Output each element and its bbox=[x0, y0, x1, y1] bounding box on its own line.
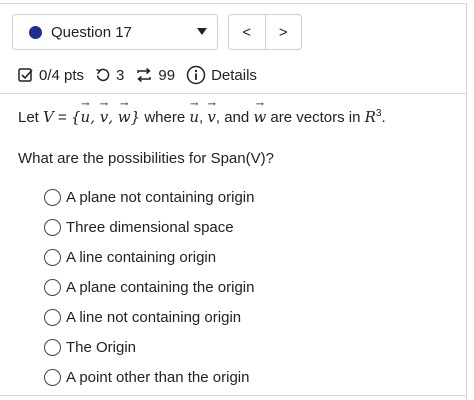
checkbox[interactable] bbox=[44, 248, 61, 266]
question-status-dot bbox=[29, 25, 42, 39]
chevron-down-icon bbox=[197, 28, 207, 35]
checkbox-score-icon bbox=[18, 67, 34, 83]
checkbox[interactable] bbox=[44, 278, 61, 296]
checkbox[interactable] bbox=[44, 308, 61, 326]
question-text: What are the possibilities for Span(V)? bbox=[18, 150, 274, 167]
vector-u: u bbox=[81, 99, 91, 126]
question-selector[interactable]: Question 17 bbox=[12, 14, 218, 50]
retry-icon bbox=[95, 67, 111, 83]
answer-option-label: A plane not containing origin bbox=[66, 188, 255, 206]
details-link[interactable]: Details bbox=[211, 67, 257, 84]
answer-options: A plane not containing origin Three dime… bbox=[44, 182, 254, 392]
prompt-and: , and bbox=[215, 109, 254, 126]
vector-w: w bbox=[118, 99, 131, 126]
answer-option[interactable]: A line not containing origin bbox=[44, 302, 254, 332]
checkbox[interactable] bbox=[44, 338, 61, 356]
prompt-where: where bbox=[140, 109, 190, 126]
answer-option-label: A line not containing origin bbox=[66, 308, 242, 326]
answer-option-label: A plane containing the origin bbox=[66, 278, 255, 296]
vector-u-ref: u bbox=[189, 99, 199, 126]
submissions-count: 99 bbox=[158, 66, 176, 84]
checkbox[interactable] bbox=[44, 368, 61, 386]
checkbox[interactable] bbox=[44, 188, 61, 206]
answer-option[interactable]: A plane not containing origin bbox=[44, 182, 254, 212]
answer-option[interactable]: A line containing origin bbox=[44, 242, 254, 272]
vector-w-ref: w bbox=[253, 99, 266, 126]
submissions-icon bbox=[135, 67, 153, 83]
answer-option[interactable]: A point other than the origin bbox=[44, 362, 254, 392]
attempts-count: 3 bbox=[116, 66, 125, 84]
set-open-brace: { bbox=[70, 108, 81, 126]
set-close-brace: } bbox=[130, 108, 141, 126]
space-name: R bbox=[364, 108, 376, 126]
prompt-equals: = bbox=[53, 109, 71, 126]
next-question-button[interactable]: > bbox=[266, 15, 302, 49]
question-prompt: Let V = {u, v, w} where u, v, and w are … bbox=[18, 99, 386, 126]
top-divider bbox=[0, 3, 466, 4]
prompt-comma: , bbox=[199, 109, 208, 126]
answer-option-label: A line containing origin bbox=[66, 248, 217, 266]
answer-option-label: A point other than the origin bbox=[66, 368, 250, 386]
set-name: V bbox=[43, 108, 54, 126]
score-text: 0/4 pts bbox=[39, 66, 85, 84]
answer-option[interactable]: The Origin bbox=[44, 332, 254, 362]
right-divider bbox=[466, 3, 467, 400]
prompt-tail: are vectors in bbox=[266, 109, 365, 126]
vector-v-ref: v bbox=[207, 99, 216, 126]
info-icon[interactable] bbox=[186, 65, 206, 85]
header-divider bbox=[0, 93, 466, 94]
bottom-divider bbox=[0, 395, 466, 396]
question-selector-label: Question 17 bbox=[51, 23, 132, 41]
answer-option-label: The Origin bbox=[66, 338, 137, 356]
set-comma: , bbox=[108, 108, 118, 126]
vector-v: v bbox=[100, 99, 109, 126]
answer-option[interactable]: A plane containing the origin bbox=[44, 272, 254, 302]
question-nav: < > bbox=[228, 14, 302, 50]
previous-question-button[interactable]: < bbox=[229, 15, 265, 49]
prompt-lead: Let bbox=[18, 109, 39, 126]
question-meta: 0/4 pts 3 99 Details bbox=[18, 64, 257, 86]
answer-option[interactable]: Three dimensional space bbox=[44, 212, 254, 242]
prompt-period: . bbox=[381, 109, 386, 126]
checkbox[interactable] bbox=[44, 218, 61, 236]
answer-option-label: Three dimensional space bbox=[66, 218, 234, 236]
set-comma: , bbox=[90, 108, 100, 126]
